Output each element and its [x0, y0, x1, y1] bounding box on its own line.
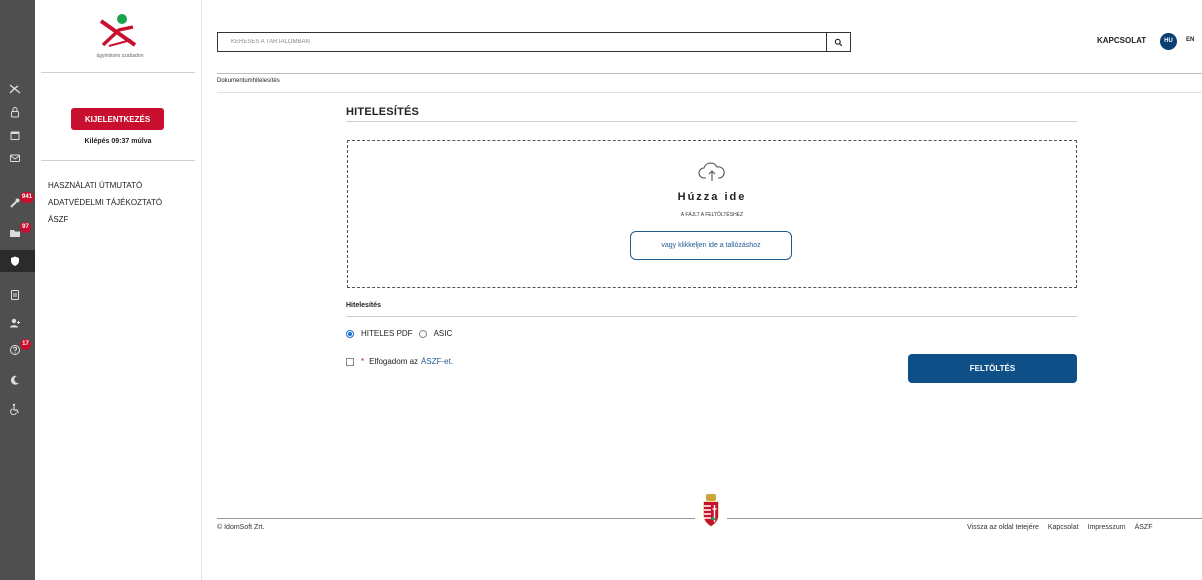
radio-label-hiteles-pdf[interactable]: HITELES PDF	[361, 329, 413, 338]
folder-icon[interactable]: 97	[0, 222, 35, 244]
language-hu-button[interactable]: HU	[1160, 33, 1177, 50]
side-divider	[41, 160, 195, 161]
icon-rail: 941 97 17	[0, 0, 35, 580]
language-en-button[interactable]: EN	[1186, 37, 1194, 43]
footer-link-contact[interactable]: Kapcsolat	[1048, 524, 1079, 531]
header-divider	[217, 73, 1202, 74]
mail-icon[interactable]	[0, 147, 35, 169]
document-icon[interactable]	[0, 284, 35, 306]
agency-logo-icon[interactable]	[0, 78, 35, 100]
breadcrumb[interactable]: Dokumentumhitelesítés	[217, 78, 280, 84]
search-box	[217, 32, 851, 52]
terms-row: * Elfogadom az ÁSZF-et.	[346, 357, 453, 366]
side-links: Használati útmutató Adatvédelmi tájékozt…	[48, 177, 162, 228]
terms-link[interactable]: ÁSZF-et.	[421, 357, 453, 366]
side-link-privacy[interactable]: Adatvédelmi tájékoztató	[48, 194, 162, 211]
footer-link-terms[interactable]: ÁSZF	[1135, 524, 1153, 531]
side-link-user-guide[interactable]: Használati útmutató	[48, 177, 162, 194]
help-icon[interactable]: 17	[0, 339, 35, 361]
footer-links: Vissza az oldal tetejére Kapcsolat Impre…	[967, 524, 1159, 531]
footer-copyright: © IdomSoft Zrt.	[217, 524, 265, 531]
auth-section-label: Hitelesítés	[346, 302, 382, 309]
radio-hiteles-pdf[interactable]	[346, 329, 354, 338]
page-title: HITELESÍTÉS	[346, 106, 420, 118]
side-panel: ügyintézés szabadon Kijelentkezés Kilépé…	[35, 0, 202, 580]
radio-label-asic[interactable]: ASIC	[434, 329, 453, 338]
terms-label[interactable]: Elfogadom az	[369, 357, 418, 366]
upload-button[interactable]: Feltöltés	[908, 354, 1077, 383]
search-icon	[834, 38, 843, 46]
user-add-icon[interactable]	[0, 312, 35, 334]
logo-caption: ügyintézés szabadon	[96, 53, 144, 59]
agency-logo[interactable]	[89, 12, 149, 50]
header-contact-link[interactable]: KAPCSOLAT	[1097, 36, 1146, 45]
footer-divider	[727, 518, 1202, 519]
required-marker: *	[361, 357, 365, 366]
accessibility-icon[interactable]	[0, 398, 35, 420]
side-divider	[41, 72, 195, 73]
moon-icon[interactable]	[0, 369, 35, 391]
inbox-count-badge: 97	[20, 222, 31, 233]
logout-button[interactable]: Kijelentkezés	[71, 108, 164, 130]
coat-of-arms-icon	[703, 494, 719, 527]
dropzone-subtitle: a fájlt a feltöltéshez	[680, 212, 744, 218]
wrench-icon[interactable]: 941	[0, 192, 35, 214]
auth-type-radio-group: HITELES PDF ASIC	[346, 329, 458, 338]
dropzone-title: Húzza ide	[677, 191, 747, 203]
radio-asic[interactable]	[418, 329, 427, 338]
breadcrumb-divider	[217, 92, 1202, 93]
browse-button[interactable]: vagy klikkeljen ide a tallózáshoz	[630, 231, 792, 260]
calendar-icon[interactable]	[0, 124, 35, 146]
search-button[interactable]	[826, 33, 850, 51]
lock-icon[interactable]	[0, 101, 35, 123]
terms-checkbox[interactable]	[346, 357, 354, 366]
footer-link-impressum[interactable]: Impresszum	[1088, 524, 1126, 531]
file-dropzone[interactable]: Húzza ide a fájlt a feltöltéshez vagy kl…	[347, 140, 1077, 288]
logout-timer: Kilépés 09:37 múlva	[84, 138, 152, 145]
app-root: 941 97 17 ügyintézés szabadon KIJELENTKE…	[0, 0, 1202, 580]
title-divider	[346, 121, 1077, 122]
tools-count-badge: 941	[20, 192, 35, 203]
search-input[interactable]	[218, 33, 826, 51]
shield-icon[interactable]	[0, 250, 35, 272]
footer-link-back-to-top[interactable]: Vissza az oldal tetejére	[967, 524, 1039, 531]
cloud-upload-icon	[698, 162, 725, 181]
auth-divider	[346, 316, 1077, 317]
footer-divider	[217, 518, 695, 519]
side-link-terms[interactable]: ÁSZF	[48, 211, 162, 228]
help-count-badge: 17	[20, 339, 31, 350]
